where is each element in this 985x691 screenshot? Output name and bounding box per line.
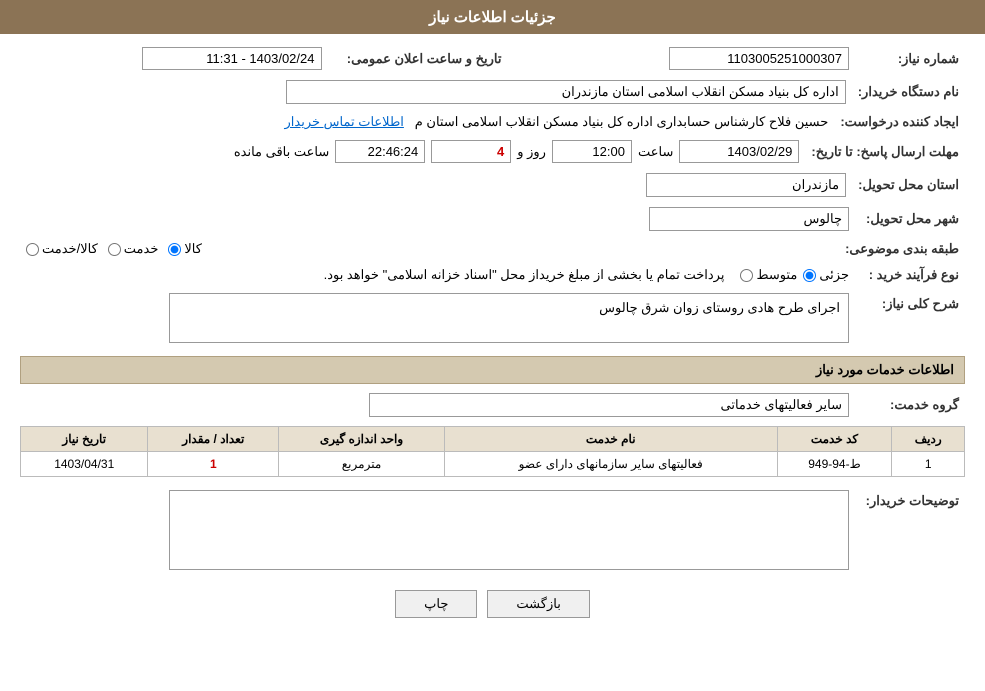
متوسط-radio-item: متوسط [740, 267, 797, 283]
گروه-خدمت-value: سایر فعالیتهای خدماتی [20, 390, 855, 420]
print-button[interactable]: چاپ [395, 590, 477, 618]
info-table-row6: شهر محل تحویل: چالوس [20, 204, 965, 234]
شماره-نیاز-box: 1103005251000307 [669, 47, 849, 70]
مهلت-تاریخ-box: 1403/02/29 [679, 140, 799, 163]
ساعت-label: ساعت [638, 144, 673, 160]
کالا-خدمت-radio-item: کالا/خدمت [26, 241, 98, 257]
main-content: شماره نیاز: 1103005251000307 تاریخ و ساع… [0, 34, 985, 638]
button-row: بازگشت چاپ [20, 590, 965, 618]
شهر-value: چالوس [20, 204, 855, 234]
کالا-radio-item: کالا [168, 241, 202, 257]
شرح-کلی-value: اجرای طرح هادی روستای زوان شرق چالوس [20, 290, 855, 346]
info-table-row1: شماره نیاز: 1103005251000307 تاریخ و ساع… [20, 44, 965, 73]
شهر-label: شهر محل تحویل: [855, 204, 965, 234]
نام-دستگاه-box: اداره کل بنیاد مسکن انقلاب اسلامی استان … [286, 80, 846, 104]
نام-دستگاه-label: نام دستگاه خریدار: [852, 77, 965, 107]
page-title: جزئیات اطلاعات نیاز [429, 9, 556, 26]
col-تاریخ: تاریخ نیاز [21, 427, 148, 452]
info-table-row5: استان محل تحویل: مازندران [20, 170, 965, 200]
کالا-radio[interactable] [168, 243, 181, 256]
info-table-row4: مهلت ارسال پاسخ: تا تاریخ: 1403/02/29 سا… [20, 137, 965, 166]
شرح-کلی-label: شرح کلی نیاز: [855, 290, 965, 346]
نوع-فرآیند-label: نوع فرآیند خرید : [855, 264, 965, 286]
شهر-box: چالوس [649, 207, 849, 231]
info-table-row7: طبقه بندی موضوعی: کالا/خدمت خدمت کالا [20, 238, 965, 260]
info-table-row3: ایجاد کننده درخواست: حسین فلاح کارشناس ح… [20, 111, 965, 133]
نوع-فرآیند-row: جزئی متوسط پرداخت تمام یا بخشی از مبلغ خ… [20, 264, 855, 286]
جزئی-label: جزئی [819, 267, 849, 283]
استان-box: مازندران [646, 173, 846, 197]
تاریخ-value: 1403/02/24 - 11:31 [20, 44, 328, 73]
کالا-خدمت-radio-label: کالا/خدمت [42, 241, 98, 257]
گروه-خدمت-box: سایر فعالیتهای خدماتی [369, 393, 849, 417]
نوع-فرآیند-desc: پرداخت تمام یا بخشی از مبلغ خریداز محل "… [324, 267, 725, 283]
col-کد-خدمت: کد خدمت [777, 427, 892, 452]
table-row: 1 ط-94-949 فعالیتهای سایر سازمانهای دارا… [21, 452, 965, 477]
متوسط-label: متوسط [756, 267, 797, 283]
باقی-مانده-label: ساعت باقی مانده [234, 144, 329, 160]
مهلت-ساعت-box: 12:00 [552, 140, 632, 163]
شماره-نیاز-value: 1103005251000307 [548, 44, 856, 73]
page-container: جزئیات اطلاعات نیاز شماره نیاز: 11030052… [0, 0, 985, 691]
ایجاد-کننده-text: حسین فلاح کارشناس حسابداری اداره کل بنیا… [415, 114, 829, 129]
استان-label: استان محل تحویل: [852, 170, 965, 200]
مهلت-ارسال-row: 1403/02/29 ساعت 12:00 روز و 4 22:46:24 س… [20, 137, 805, 166]
col-نام-خدمت: نام خدمت [444, 427, 777, 452]
روز-label: روز و [517, 144, 546, 160]
خدمت-radio-item: خدمت [108, 241, 159, 257]
توضیحات-label: توضیحات خریدار: [855, 487, 965, 576]
info-table-row2: نام دستگاه خریدار: اداره کل بنیاد مسکن ا… [20, 77, 965, 107]
cell-تاریخ: 1403/04/31 [21, 452, 148, 477]
مهلت-ارسال-label: مهلت ارسال پاسخ: تا تاریخ: [805, 137, 965, 166]
مهلت-باقی-box: 22:46:24 [335, 140, 425, 163]
info-table-شرح: شرح کلی نیاز: اجرای طرح هادی روستای زوان… [20, 290, 965, 346]
services-table: ردیف کد خدمت نام خدمت واحد اندازه گیری ت… [20, 426, 965, 477]
خدمت-radio[interactable] [108, 243, 121, 256]
col-واحد: واحد اندازه گیری [279, 427, 445, 452]
استان-value: مازندران [20, 170, 852, 200]
جزئی-radio[interactable] [803, 269, 816, 282]
طبقه-بندی-label: طبقه بندی موضوعی: [839, 238, 965, 260]
توضیحات-section: توضیحات خریدار: [20, 487, 965, 576]
info-table-گروه: گروه خدمت: سایر فعالیتهای خدماتی [20, 390, 965, 420]
توضیحات-value [20, 487, 855, 576]
کالا-radio-label: کالا [184, 241, 202, 257]
خدمت-radio-label: خدمت [124, 241, 159, 257]
col-ردیف: ردیف [892, 427, 965, 452]
تاریخ-box: 1403/02/24 - 11:31 [142, 47, 322, 70]
شرح-کلی-box: اجرای طرح هادی روستای زوان شرق چالوس [169, 293, 849, 343]
گروه-خدمت-label: گروه خدمت: [855, 390, 965, 420]
cell-تعداد: 1 [148, 452, 279, 477]
ایجاد-کننده-label: ایجاد کننده درخواست: [834, 111, 965, 133]
مهلت-روز-box: 4 [431, 140, 511, 163]
متوسط-radio[interactable] [740, 269, 753, 282]
طبقه-بندی-radios: کالا/خدمت خدمت کالا [20, 238, 839, 260]
ایجاد-کننده-value: حسین فلاح کارشناس حسابداری اداره کل بنیا… [20, 111, 834, 133]
کالا-خدمت-radio[interactable] [26, 243, 39, 256]
page-header: جزئیات اطلاعات نیاز [0, 0, 985, 34]
col-تعداد: تعداد / مقدار [148, 427, 279, 452]
توضیحات-textarea[interactable] [169, 490, 849, 570]
cell-نام-خدمت: فعالیتهای سایر سازمانهای دارای عضو [444, 452, 777, 477]
back-button[interactable]: بازگشت [487, 590, 589, 618]
اطلاعات-خدمات-title: اطلاعات خدمات مورد نیاز [20, 356, 965, 384]
شرح-کلی-text: اجرای طرح هادی روستای زوان شرق چالوس [599, 300, 840, 315]
cell-کد-خدمت: ط-94-949 [777, 452, 892, 477]
شماره-نیاز-label: شماره نیاز: [855, 44, 965, 73]
تاریخ-label: تاریخ و ساعت اعلان عمومی: [328, 44, 508, 73]
cell-واحد: مترمربع [279, 452, 445, 477]
جزئی-radio-item: جزئی [803, 267, 849, 283]
نام-دستگاه-value: اداره کل بنیاد مسکن انقلاب اسلامی استان … [20, 77, 852, 107]
info-table-row8: نوع فرآیند خرید : جزئی متوسط پرداخت تمام… [20, 264, 965, 286]
info-table-توضیحات: توضیحات خریدار: [20, 487, 965, 576]
اطلاعات-تماس-link[interactable]: اطلاعات تماس خریدار [285, 114, 404, 129]
cell-ردیف: 1 [892, 452, 965, 477]
